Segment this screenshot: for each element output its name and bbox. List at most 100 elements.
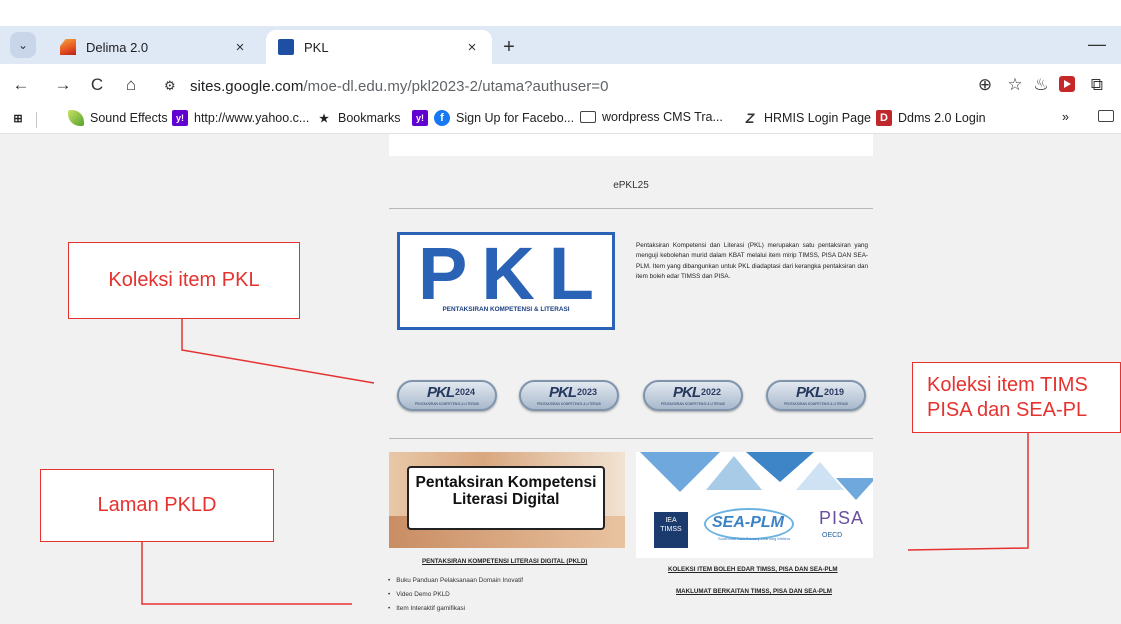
timss-logo: IEA TIMSS xyxy=(654,512,688,548)
tab-search-button[interactable]: ⌄ xyxy=(10,32,36,58)
bookmark-ddms[interactable]: D Ddms 2.0 Login xyxy=(876,110,986,126)
pkl-logo-letters: PKL xyxy=(418,232,608,315)
tab-title: PKL xyxy=(304,39,329,55)
list-item[interactable]: Video Demo PKLD xyxy=(388,588,523,602)
bookmark-hrmis[interactable]: Z HRMIS Login Page xyxy=(742,110,871,126)
leaf-icon xyxy=(68,110,84,126)
pkl-logo: PKL PENTAKSIRAN KOMPETENSI & LITERASI xyxy=(397,232,615,330)
timss-info-link[interactable]: MAKLUMAT BERKAITAN TIMSS, PISA DAN SEA-P… xyxy=(676,588,832,595)
bookmark-yahoo[interactable]: y! http://www.yahoo.c... xyxy=(172,110,309,126)
url-host: sites.google.com xyxy=(190,78,304,95)
pkl-logo-subtitle: PENTAKSIRAN KOMPETENSI & LITERASI xyxy=(442,306,570,313)
back-button[interactable]: ← xyxy=(10,74,32,96)
timss-pisa-banner[interactable]: IEA TIMSS SEA-PLM Southeast Asia Primary… xyxy=(636,452,873,558)
other-bookmarks-button[interactable] xyxy=(1098,110,1120,122)
timss-collection-link[interactable]: KOLEKSI ITEM BOLEH EDAR TIMSS, PISA DAN … xyxy=(668,566,838,573)
pkl-2019-button[interactable]: PKL 2019 PENTAKSIRAN KOMPETENSI & LITERA… xyxy=(766,380,866,411)
bookmark-wordpress[interactable]: wordpress CMS Tra... xyxy=(580,110,723,124)
bookmark-bookmarks[interactable]: ★ Bookmarks xyxy=(316,110,401,126)
pisa-logo: PISA xyxy=(819,508,865,528)
yahoo-icon: y! xyxy=(412,110,428,126)
pkl-description: Pentaksiran Kompetensi dan Literasi (PKL… xyxy=(636,242,868,280)
tab-pkl[interactable]: PKL × xyxy=(266,30,492,64)
tab-title: Delima 2.0 xyxy=(86,39,149,55)
list-item[interactable]: Item Interaktif gamifikasi xyxy=(388,602,523,616)
callout-text: PISA dan SEA-PL xyxy=(927,398,1088,421)
reload-button[interactable]: C xyxy=(86,74,108,96)
bookmark-label: Sound Effects xyxy=(90,111,168,125)
pkl-favicon-icon xyxy=(278,39,294,55)
folder-icon xyxy=(580,111,596,123)
pkl-mini-logo: PKL xyxy=(796,384,824,401)
extension-icon[interactable]: ♨ xyxy=(1030,74,1052,96)
new-tab-button[interactable]: + xyxy=(496,34,522,60)
apps-grid-icon: ⊞ xyxy=(13,112,23,125)
extensions-puzzle-icon[interactable]: ⧉ xyxy=(1086,74,1108,96)
bookmark-label: Bookmarks xyxy=(338,111,401,125)
folder-icon xyxy=(1098,110,1114,122)
video-extension-icon[interactable] xyxy=(1059,76,1075,92)
zoom-icon[interactable]: ⊕ xyxy=(974,74,996,96)
callout-koleksi-timss: Koleksi item TIMS PISA dan SEA-PL xyxy=(912,362,1121,433)
hrmis-icon: Z xyxy=(745,110,755,126)
pkl-mini-logo: PKL xyxy=(673,384,701,401)
close-icon[interactable]: × xyxy=(228,39,252,56)
pill-year: 2022 xyxy=(701,387,722,397)
close-icon[interactable]: × xyxy=(460,39,484,56)
decor-shape xyxy=(836,478,873,500)
pill-subtitle: PENTAKSIRAN KOMPETENSI & LITERASI xyxy=(414,402,480,406)
yahoo-icon: y! xyxy=(172,110,188,126)
pkld-link[interactable]: PENTAKSIRAN KOMPETENSI LITERASI DIGITAL … xyxy=(422,558,587,565)
facebook-icon: f xyxy=(434,110,450,126)
bookmark-label: Sign Up for Facebo... xyxy=(456,111,575,125)
pkld-banner[interactable]: Pentaksiran Kompetensi Literasi Digital xyxy=(389,452,625,548)
bookmarks-overflow-button[interactable]: » xyxy=(1062,110,1069,124)
pill-year: 2019 xyxy=(824,387,845,397)
ddms-icon: D xyxy=(876,110,892,126)
seaplm-logo: SEA-PLM xyxy=(712,514,784,531)
pill-subtitle: PENTAKSIRAN KOMPETENSI & LITERASI xyxy=(660,402,726,406)
site-info-icon[interactable]: ⚙ xyxy=(164,78,176,94)
bookmark-facebook[interactable]: f Sign Up for Facebo... xyxy=(434,110,574,126)
bookmark-yahoo-2[interactable]: y! xyxy=(412,110,434,126)
minimize-button[interactable]: — xyxy=(1088,34,1106,55)
forward-button[interactable]: → xyxy=(52,74,74,96)
delima-favicon-icon xyxy=(60,39,76,55)
bookmark-label: Ddms 2.0 Login xyxy=(898,111,986,125)
pkl-2024-button[interactable]: PKL 2024 PENTAKSIRAN KOMPETENSI & LITERA… xyxy=(397,380,497,411)
tab-delima[interactable]: Delima 2.0 × xyxy=(48,30,260,64)
callout-text: Koleksi item PKL xyxy=(108,269,260,291)
pkld-bullet-list: Buku Panduan Pelaksanaan Domain Inovatif… xyxy=(388,574,523,616)
bookmark-label: wordpress CMS Tra... xyxy=(602,110,723,124)
pill-subtitle: PENTAKSIRAN KOMPETENSI & LITERASI xyxy=(536,402,602,406)
star-icon: ★ xyxy=(319,112,329,125)
callout-koleksi-pkl: Koleksi item PKL xyxy=(68,242,300,319)
callout-text: Laman PKLD xyxy=(97,494,217,516)
pill-year: 2023 xyxy=(577,387,598,397)
pkld-banner-title: Pentaksiran Kompetensi Literasi Digital xyxy=(407,466,605,530)
slide-top-band xyxy=(0,0,1121,26)
callout-laman-pkld: Laman PKLD xyxy=(40,469,274,542)
bookmark-sound-effects[interactable]: Sound Effects xyxy=(68,110,168,126)
apps-button[interactable]: ⊞ xyxy=(10,110,32,126)
seaplm-subtitle: Southeast Asia Primary Learning Metrics xyxy=(718,536,791,541)
site-header-box xyxy=(389,134,873,156)
home-button[interactable]: ⌂ xyxy=(120,74,142,96)
bookmark-label: HRMIS Login Page xyxy=(764,111,872,125)
pill-subtitle: PENTAKSIRAN KOMPETENSI & LITERASI xyxy=(783,402,849,406)
list-item[interactable]: Buku Panduan Pelaksanaan Domain Inovatif xyxy=(388,574,523,588)
bookmark-label: http://www.yahoo.c... xyxy=(194,111,310,125)
chevron-right-icon: » xyxy=(1062,110,1069,124)
url-path: /moe-dl.edu.my/pkl2023-2/utama?authuser=… xyxy=(303,78,609,95)
pill-year: 2024 xyxy=(455,387,476,397)
pkl-2022-button[interactable]: PKL 2022 PENTAKSIRAN KOMPETENSI & LITERA… xyxy=(643,380,743,411)
callout-text: Koleksi item TIMS xyxy=(927,373,1088,396)
pkl-2023-button[interactable]: PKL 2023 PENTAKSIRAN KOMPETENSI & LITERA… xyxy=(519,380,619,411)
site-title: ePKL25 xyxy=(613,180,649,191)
oecd-logo: OECD xyxy=(822,532,843,539)
url-text[interactable]: sites.google.com/moe-dl.edu.my/pkl2023-2… xyxy=(190,78,609,95)
chevron-down-icon: ⌄ xyxy=(17,38,29,52)
bookmarks-separator xyxy=(36,112,37,128)
divider xyxy=(389,208,873,209)
bookmark-star-icon[interactable]: ☆ xyxy=(1004,74,1026,96)
